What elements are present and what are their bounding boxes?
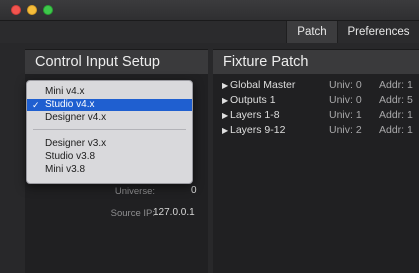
fixture-universe: Univ: 2 [329, 124, 362, 136]
zoom-window-button[interactable] [43, 5, 53, 15]
fixture-patch-title: Fixture Patch [213, 50, 419, 74]
tab-bar: Patch Preferences [0, 21, 419, 43]
menu-option-designer-v4[interactable]: Designer v4.x [27, 112, 192, 124]
checkmark-icon: ✓ [32, 100, 40, 110]
menu-separator [33, 129, 186, 130]
fixture-universe: Univ: 0 [329, 79, 362, 91]
title-bar [0, 0, 419, 21]
fixture-address: Addr: 1 [379, 79, 413, 91]
minimize-window-button[interactable] [27, 5, 37, 15]
version-dropdown-menu[interactable]: Mini v4.x ✓ Studio v4.x Designer v4.x De… [26, 80, 193, 184]
fixture-universe: Univ: 0 [329, 94, 362, 106]
fixture-name: Layers 9-12 [230, 124, 286, 136]
menu-option-label: Studio v4.x [45, 99, 95, 110]
menu-option-designer-v3[interactable]: Designer v3.x [27, 138, 192, 150]
menu-option-studio-v3-8[interactable]: Studio v3.8 [27, 151, 192, 163]
disclosure-triangle-icon[interactable]: ▶ [222, 93, 228, 108]
tab-preferences[interactable]: Preferences [338, 21, 419, 43]
close-window-button[interactable] [11, 5, 21, 15]
disclosure-triangle-icon[interactable]: ▶ [222, 108, 228, 123]
disclosure-triangle-icon[interactable]: ▶ [222, 123, 228, 138]
tab-patch[interactable]: Patch [286, 21, 338, 43]
fixture-address: Addr: 1 [379, 124, 413, 136]
fixture-patch-panel: Fixture Patch ▶ Global Master Univ: 0 Ad… [213, 49, 419, 273]
fixture-name: Global Master [230, 79, 296, 91]
fixture-address: Addr: 1 [379, 109, 413, 121]
menu-option-mini-v3-8[interactable]: Mini v3.8 [27, 164, 192, 176]
fixture-name: Layers 1-8 [230, 109, 280, 121]
menu-option-mini-v4[interactable]: Mini v4.x [27, 86, 192, 98]
app-window: Patch Preferences Control Input Setup Un… [0, 0, 419, 273]
disclosure-triangle-icon[interactable]: ▶ [222, 78, 228, 93]
fixture-row-layers-9-12[interactable]: ▶ Layers 9-12 Univ: 2 Addr: 1 [213, 123, 419, 138]
fixture-address: Addr: 5 [379, 94, 413, 106]
universe-label: Universe: [114, 186, 155, 197]
source-ip-value[interactable]: 127.0.0.1 [153, 207, 195, 218]
fixture-universe: Univ: 1 [329, 109, 362, 121]
fixture-row-outputs-1[interactable]: ▶ Outputs 1 Univ: 0 Addr: 5 [213, 93, 419, 108]
source-ip-label: Source IP: [110, 208, 155, 219]
fixture-list: ▶ Global Master Univ: 0 Addr: 1 ▶ Output… [213, 78, 419, 138]
fixture-name: Outputs 1 [230, 94, 276, 106]
control-input-setup-title: Control Input Setup [25, 50, 208, 74]
fixture-row-global-master[interactable]: ▶ Global Master Univ: 0 Addr: 1 [213, 78, 419, 93]
universe-value[interactable]: 0 [191, 185, 197, 196]
menu-option-studio-v4[interactable]: ✓ Studio v4.x [27, 99, 192, 111]
fixture-row-layers-1-8[interactable]: ▶ Layers 1-8 Univ: 1 Addr: 1 [213, 108, 419, 123]
